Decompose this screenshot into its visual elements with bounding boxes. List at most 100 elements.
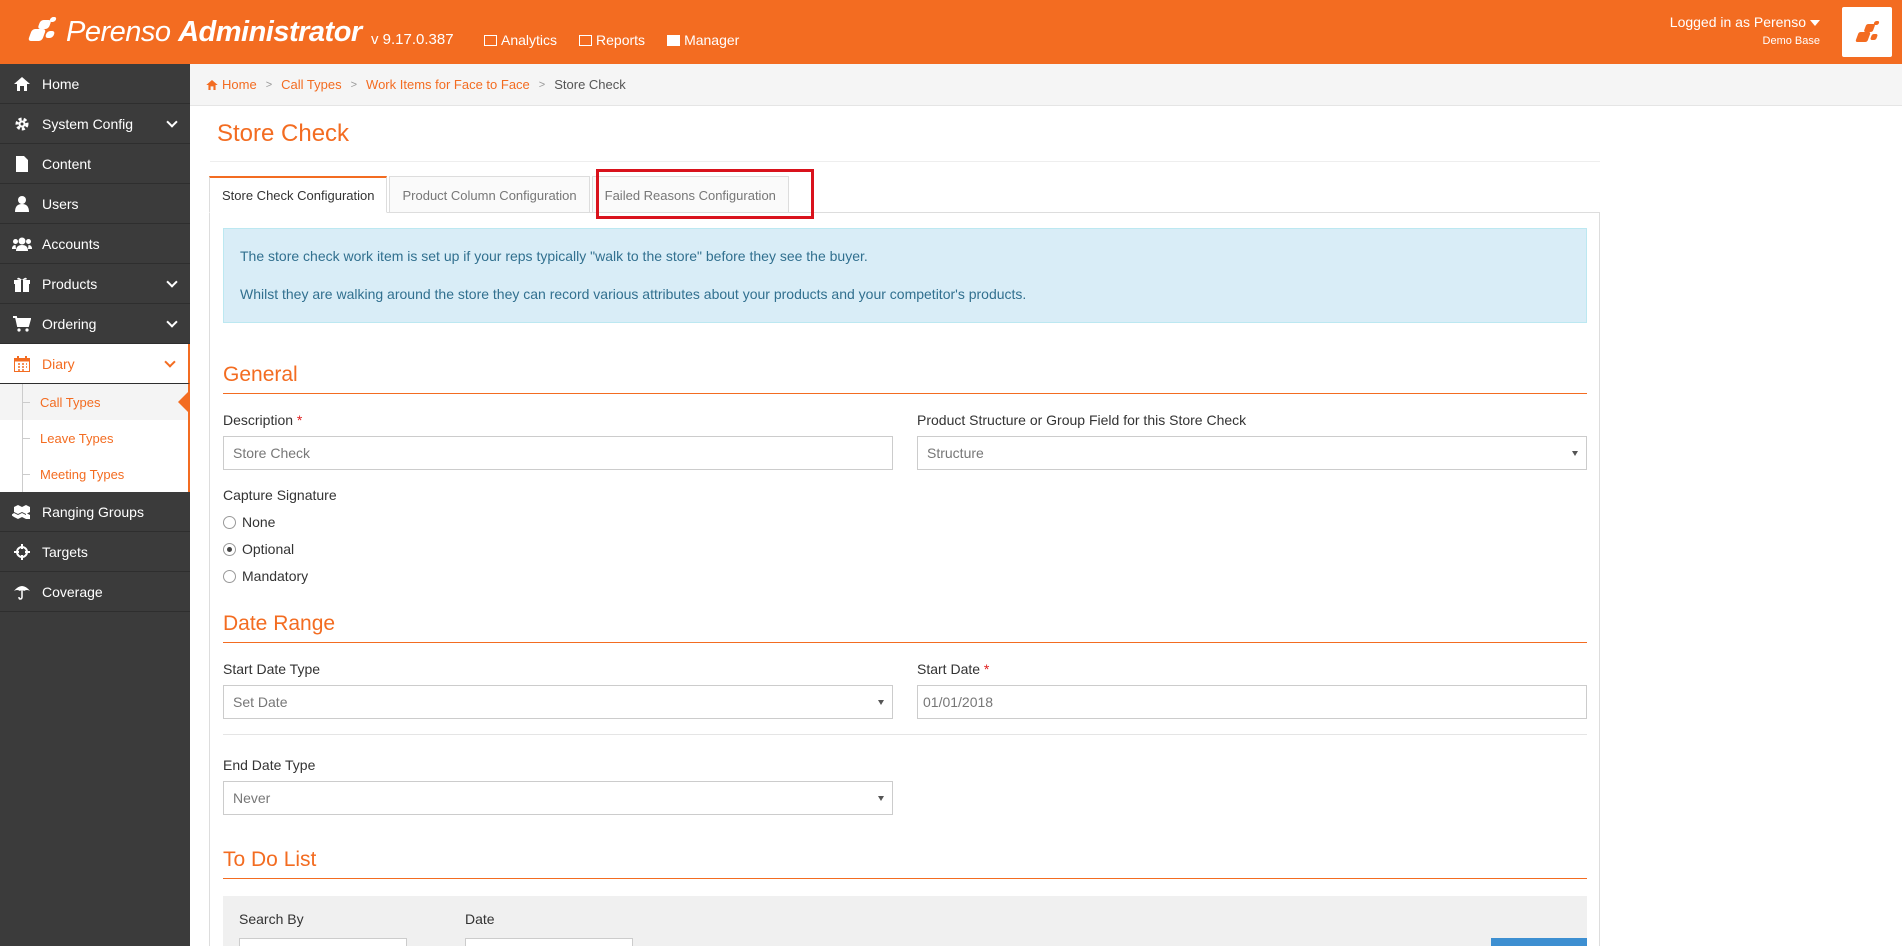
nav-analytics[interactable]: Analytics (484, 32, 557, 48)
sidebar-item-targets[interactable]: Targets (0, 532, 190, 572)
sidebar-item-content[interactable]: Content (0, 144, 190, 184)
divider (223, 734, 1587, 735)
sidebar-item-coverage[interactable]: Coverage (0, 572, 190, 612)
breadcrumb: Home > Call Types > Work Items for Face … (190, 64, 1902, 106)
sidebar-item-label: Home (42, 75, 80, 92)
structure-select[interactable]: Structure (917, 436, 1587, 470)
start-date-type-value: Set Date (233, 694, 288, 710)
cubes-icon (12, 504, 32, 520)
nav-manager[interactable]: Manager (667, 32, 739, 48)
breadcrumb-work-items[interactable]: Work Items for Face to Face (366, 77, 530, 92)
date-input[interactable] (465, 938, 633, 946)
sidebar-subitem-leave-types[interactable]: Leave Types (0, 420, 188, 456)
sidebar-item-products[interactable]: Products (0, 264, 190, 304)
search-button[interactable] (1491, 938, 1587, 946)
start-date-input[interactable]: 01/01/2018 (917, 685, 1587, 719)
dropdown-arrow-icon (878, 796, 884, 801)
sidebar-item-label: Accounts (42, 235, 100, 252)
nav-reports[interactable]: Reports (579, 32, 645, 48)
sidebar-item-system-config[interactable]: System Config (0, 104, 190, 144)
signature-option-optional[interactable]: Optional (223, 541, 294, 557)
info-text: Whilst they are walking around the store… (240, 286, 1027, 302)
table-icon (579, 34, 593, 46)
breadcrumb-current: Store Check (554, 77, 626, 92)
crosshairs-icon (12, 543, 32, 560)
active-pointer-icon (178, 390, 190, 414)
radio-button[interactable] (223, 569, 236, 583)
brand-logo[interactable]: Perenso Administrator (26, 12, 362, 52)
sidebar-item-users[interactable]: Users (0, 184, 190, 224)
sidebar-item-label: Ranging Groups (42, 503, 144, 520)
sidebar-subitem-label: Meeting Types (40, 466, 125, 482)
dropdown-arrow-icon (878, 700, 884, 705)
brand-text: Perenso Administrator (66, 16, 362, 49)
breadcrumb-call-types[interactable]: Call Types (281, 77, 341, 92)
start-date-type-label: Start Date Type (223, 661, 321, 677)
end-date-type-label: End Date Type (223, 757, 316, 773)
sidebar-item-label: Diary (42, 355, 75, 372)
caret-down-icon (1810, 20, 1820, 27)
user-menu[interactable]: Logged in as Perenso Demo Base (1670, 14, 1820, 47)
sidebar-item-home[interactable]: Home (0, 64, 190, 104)
sidebar-subitem-meeting-types[interactable]: Meeting Types (0, 456, 188, 492)
sidebar-item-ranging-groups[interactable]: Ranging Groups (0, 492, 190, 532)
sidebar-item-ordering[interactable]: Ordering (0, 304, 190, 344)
gear-icon (12, 116, 32, 132)
home-icon (206, 80, 218, 90)
briefcase-icon (667, 34, 681, 46)
divider (210, 161, 1600, 162)
sidebar-item-accounts[interactable]: Accounts (0, 224, 190, 264)
start-date-label: Start Date * (917, 661, 989, 677)
date-label: Date (465, 911, 495, 927)
diary-submenu: Call Types Leave Types Meeting Types (0, 384, 190, 492)
tab-bar: Store Check Configuration Product Column… (209, 176, 791, 213)
signature-label: Capture Signature (223, 487, 337, 503)
start-date-value: 01/01/2018 (923, 694, 994, 710)
sidebar-item-label: System Config (42, 115, 134, 132)
end-date-type-select[interactable]: Never (223, 781, 893, 815)
todo-search-panel: Search By Date (223, 896, 1587, 946)
database-name: Demo Base (1762, 35, 1820, 47)
radio-label: Optional (242, 541, 295, 557)
tab-store-check-configuration[interactable]: Store Check Configuration (209, 176, 388, 213)
umbrella-icon (12, 584, 32, 600)
description-input[interactable]: Store Check (223, 436, 893, 470)
calendar-icon (12, 355, 32, 372)
tab-product-column-configuration[interactable]: Product Column Configuration (389, 176, 590, 213)
sidebar-subitem-call-types[interactable]: Call Types (0, 384, 190, 420)
chevron-down-icon (166, 116, 178, 128)
file-icon (12, 155, 32, 172)
radio-button-selected[interactable] (223, 542, 236, 556)
sidebar-item-label: Users (42, 195, 79, 212)
tab-failed-reasons-configuration[interactable]: Failed Reasons Configuration (591, 176, 789, 213)
radio-label: None (242, 514, 276, 530)
sidebar-item-diary[interactable]: Diary (0, 344, 190, 384)
chevron-right-icon: > (265, 78, 273, 91)
user-icon (12, 195, 32, 212)
sidebar-subitem-label: Leave Types (40, 430, 114, 446)
search-by-label: Search By (239, 911, 304, 927)
signature-option-mandatory[interactable]: Mandatory (223, 568, 308, 584)
brand-name: Perenso (66, 15, 171, 48)
structure-label: Product Structure or Group Field for thi… (917, 412, 1247, 428)
nav-analytics-label: Analytics (501, 32, 558, 48)
perenso-logo-icon (26, 15, 60, 49)
signature-option-none[interactable]: None (223, 514, 275, 530)
avatar[interactable] (1842, 7, 1892, 57)
sidebar-item-label: Coverage (42, 583, 103, 600)
chevron-down-icon (166, 316, 178, 328)
breadcrumb-home[interactable]: Home (206, 77, 257, 92)
chevron-right-icon: > (350, 78, 358, 91)
structure-value: Structure (927, 445, 984, 461)
radio-button[interactable] (223, 515, 236, 529)
gift-icon (12, 276, 32, 292)
brand-product: Administrator (178, 15, 362, 48)
sidebar: Home System Config Content Users Account… (0, 64, 190, 946)
info-alert: The store check work item is set up if y… (223, 228, 1587, 323)
start-date-type-select[interactable]: Set Date (223, 685, 893, 719)
sidebar-item-label: Content (42, 155, 92, 172)
home-icon (12, 76, 32, 92)
search-by-select[interactable] (239, 938, 407, 946)
sidebar-item-label: Targets (42, 543, 88, 560)
required-marker: * (296, 412, 303, 428)
